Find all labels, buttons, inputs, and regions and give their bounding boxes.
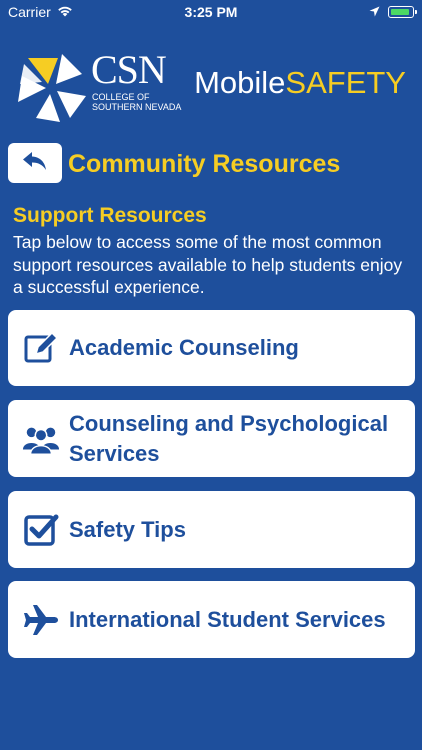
- back-button[interactable]: [8, 143, 62, 183]
- back-arrow-icon: [22, 151, 48, 176]
- section-description: Tap below to access some of the most com…: [13, 232, 403, 297]
- academic-counseling-button[interactable]: Academic Counseling: [8, 310, 415, 386]
- app-header: CSN COLLEGE OF SOUTHERN NEVADA MobileSAF…: [0, 40, 422, 130]
- csn-logo-icon: [14, 48, 90, 124]
- brand-safety: SAFETY: [285, 65, 406, 100]
- resource-label: International Student Services: [69, 606, 386, 632]
- status-right: [369, 4, 417, 20]
- org-short-name: CSN: [91, 47, 167, 92]
- section-title: Support Resources: [13, 204, 207, 227]
- counseling-psych-services-button[interactable]: Counseling and Psychological Services: [8, 400, 415, 477]
- status-bar: Carrier 3:25 PM: [0, 0, 422, 24]
- page-title: Community Resources: [68, 150, 341, 178]
- brand-mobile: Mobile: [194, 65, 286, 100]
- battery-icon: [388, 6, 417, 18]
- edit-icon: [22, 329, 60, 367]
- org-full-name: COLLEGE OF SOUTHERN NEVADA: [92, 92, 182, 112]
- status-time: 3:25 PM: [184, 4, 238, 20]
- resource-label: Counseling and Psychological Services: [69, 410, 389, 466]
- airplane-icon: [22, 601, 60, 639]
- resource-label: Academic Counseling: [69, 335, 299, 360]
- resource-label: Safety Tips: [69, 516, 186, 542]
- app-brand: MobileSAFETY: [194, 67, 406, 98]
- safety-tips-button[interactable]: Safety Tips: [8, 491, 415, 568]
- location-arrow-icon: [369, 4, 380, 20]
- checkbox-icon: [22, 511, 60, 549]
- international-student-services-button[interactable]: International Student Services: [8, 581, 415, 658]
- users-icon: [22, 420, 60, 458]
